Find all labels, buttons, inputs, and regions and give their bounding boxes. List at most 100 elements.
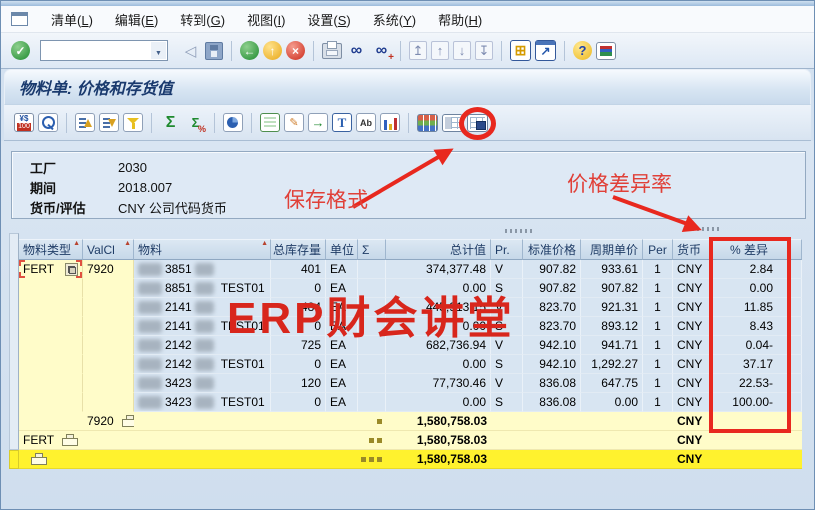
last-page-icon[interactable]: ↧ bbox=[475, 41, 493, 60]
table-row[interactable]: 2141TEST010EA0.00S823.70893.121CNY8.43 bbox=[19, 317, 802, 336]
cell-currency[interactable]: CNY bbox=[673, 355, 711, 374]
cell-currency[interactable]: CNY bbox=[673, 412, 711, 431]
cell-diff-pct[interactable]: 8.43 bbox=[711, 317, 788, 336]
menu-item-L[interactable]: 清单(L) bbox=[40, 7, 104, 32]
cell-diff-pct[interactable]: 11.85 bbox=[711, 298, 788, 317]
cell-currency[interactable]: CNY bbox=[673, 336, 711, 355]
cell-valcl[interactable]: 7920 bbox=[83, 260, 134, 279]
cell-price-control[interactable]: V bbox=[491, 374, 523, 393]
change-layout-icon[interactable] bbox=[442, 114, 463, 132]
find-icon[interactable]: ∞ bbox=[346, 40, 367, 61]
cell-per[interactable]: 1 bbox=[643, 374, 673, 393]
table-row[interactable]: FERT79203851401EA374,377.48V907.82933.61… bbox=[19, 260, 802, 279]
cell-period-price[interactable]: 0.00 bbox=[581, 393, 643, 412]
cell-material[interactable]: 3423 bbox=[134, 374, 271, 393]
cell-per[interactable]: 1 bbox=[643, 260, 673, 279]
cell-stock-qty[interactable]: 0 bbox=[271, 393, 326, 412]
cell-total-value[interactable]: 1,580,758.03 bbox=[386, 431, 491, 450]
table-row[interactable]: 8851TEST010EA0.00S907.82907.821CNY0.00 bbox=[19, 279, 802, 298]
back-icon[interactable]: ← bbox=[240, 41, 259, 60]
cell-period-price[interactable]: 921.31 bbox=[581, 298, 643, 317]
cell-sum-marker[interactable] bbox=[358, 355, 386, 374]
cell-total-value[interactable]: 1,580,758.03 bbox=[386, 412, 491, 431]
find-next-icon[interactable]: ∞ bbox=[371, 40, 392, 61]
cell-unit[interactable] bbox=[326, 412, 358, 431]
cell-per[interactable]: 1 bbox=[643, 298, 673, 317]
column-header-valcl[interactable]: ValCl▲ bbox=[83, 239, 134, 260]
cell-currency[interactable]: CNY bbox=[673, 279, 711, 298]
grand-total-row[interactable]: 1,580,758.03CNY bbox=[19, 450, 802, 469]
cell-price-control[interactable] bbox=[491, 412, 523, 431]
subtotal-row[interactable]: 79201,580,758.03CNY bbox=[19, 412, 802, 431]
page-down-icon[interactable]: ↓ bbox=[453, 41, 471, 60]
cell-per[interactable]: 1 bbox=[643, 336, 673, 355]
cell-period-price[interactable] bbox=[581, 450, 643, 469]
cell-sum-marker[interactable] bbox=[358, 336, 386, 355]
choose-detail-icon[interactable] bbox=[38, 113, 58, 132]
menu-item-S[interactable]: 设置(S) bbox=[296, 7, 361, 32]
cell-valcl[interactable] bbox=[83, 317, 134, 336]
table-row[interactable]: 2141484EA445,913.15V823.70921.311CNY11.8… bbox=[19, 298, 802, 317]
cell-material-type[interactable] bbox=[19, 298, 83, 317]
cell-valcl[interactable] bbox=[83, 374, 134, 393]
cell-sum-marker[interactable] bbox=[358, 298, 386, 317]
cell-stock-qty[interactable]: 0 bbox=[271, 317, 326, 336]
cell-material[interactable]: 2142TEST01 bbox=[134, 355, 271, 374]
cell-per[interactable] bbox=[643, 450, 673, 469]
save-icon[interactable] bbox=[205, 42, 223, 60]
cell-sum-marker[interactable] bbox=[358, 260, 386, 279]
cell-material-type[interactable] bbox=[19, 374, 83, 393]
cell-material-type[interactable] bbox=[19, 450, 83, 469]
cell-material[interactable]: 2141TEST01 bbox=[134, 317, 271, 336]
cell-material-type[interactable] bbox=[19, 279, 83, 298]
cell-std-price[interactable]: 836.08 bbox=[523, 393, 581, 412]
cell-unit[interactable]: EA bbox=[326, 279, 358, 298]
new-session-icon[interactable]: ⊞ bbox=[510, 40, 531, 61]
cell-diff-pct[interactable]: 2.84 bbox=[711, 260, 788, 279]
cell-per[interactable] bbox=[643, 431, 673, 450]
customize-layout-icon[interactable] bbox=[596, 42, 616, 60]
cell-material-type[interactable]: FERT bbox=[19, 431, 83, 450]
menu-item-Y[interactable]: 系统(Y) bbox=[362, 7, 427, 32]
menu-item-E[interactable]: 编辑(E) bbox=[104, 7, 169, 32]
cell-valcl[interactable] bbox=[83, 355, 134, 374]
cell-per[interactable] bbox=[643, 412, 673, 431]
cell-stock-qty[interactable]: 725 bbox=[271, 336, 326, 355]
cell-material-type[interactable]: FERT bbox=[19, 260, 83, 279]
cell-per[interactable]: 1 bbox=[643, 355, 673, 374]
first-page-icon[interactable]: ↥ bbox=[409, 41, 427, 60]
subtotal-icon[interactable]: Σ bbox=[185, 112, 206, 133]
cell-per[interactable]: 1 bbox=[643, 393, 673, 412]
cell-unit[interactable] bbox=[326, 450, 358, 469]
cell-std-price[interactable]: 942.10 bbox=[523, 355, 581, 374]
cell-unit[interactable]: EA bbox=[326, 298, 358, 317]
cancel-icon[interactable]: × bbox=[286, 41, 305, 60]
cell-valcl[interactable] bbox=[83, 431, 134, 450]
cell-total-value[interactable]: 0.00 bbox=[386, 279, 491, 298]
cell-std-price[interactable]: 823.70 bbox=[523, 317, 581, 336]
cell-price-control[interactable]: V bbox=[491, 260, 523, 279]
command-field[interactable] bbox=[41, 41, 167, 60]
cell-std-price[interactable]: 907.82 bbox=[523, 279, 581, 298]
cell-valcl[interactable] bbox=[83, 450, 134, 469]
column-header-currency[interactable]: 货币 bbox=[673, 239, 711, 260]
cell-material[interactable]: 3423TEST01 bbox=[134, 393, 271, 412]
cell-per[interactable]: 1 bbox=[643, 279, 673, 298]
cell-stock-qty[interactable] bbox=[271, 450, 326, 469]
cell-diff-pct[interactable]: 37.17 bbox=[711, 355, 788, 374]
cell-stock-qty[interactable]: 401 bbox=[271, 260, 326, 279]
cell-currency[interactable]: CNY bbox=[673, 393, 711, 412]
column-header-price-control[interactable]: Pr. bbox=[491, 239, 523, 260]
cell-total-value[interactable]: 682,736.94 bbox=[386, 336, 491, 355]
cell-std-price[interactable] bbox=[523, 412, 581, 431]
cell-valcl[interactable] bbox=[83, 393, 134, 412]
create-shortcut-icon[interactable]: ↗ bbox=[535, 40, 556, 61]
cell-per[interactable]: 1 bbox=[643, 317, 673, 336]
cell-period-price[interactable]: 941.71 bbox=[581, 336, 643, 355]
cell-unit[interactable]: EA bbox=[326, 336, 358, 355]
cell-currency[interactable]: CNY bbox=[673, 431, 711, 450]
cell-stock-qty[interactable]: 0 bbox=[271, 355, 326, 374]
cell-stock-qty[interactable] bbox=[271, 431, 326, 450]
sort-desc-icon[interactable] bbox=[99, 113, 119, 132]
cell-diff-pct[interactable]: 100.00- bbox=[711, 393, 788, 412]
